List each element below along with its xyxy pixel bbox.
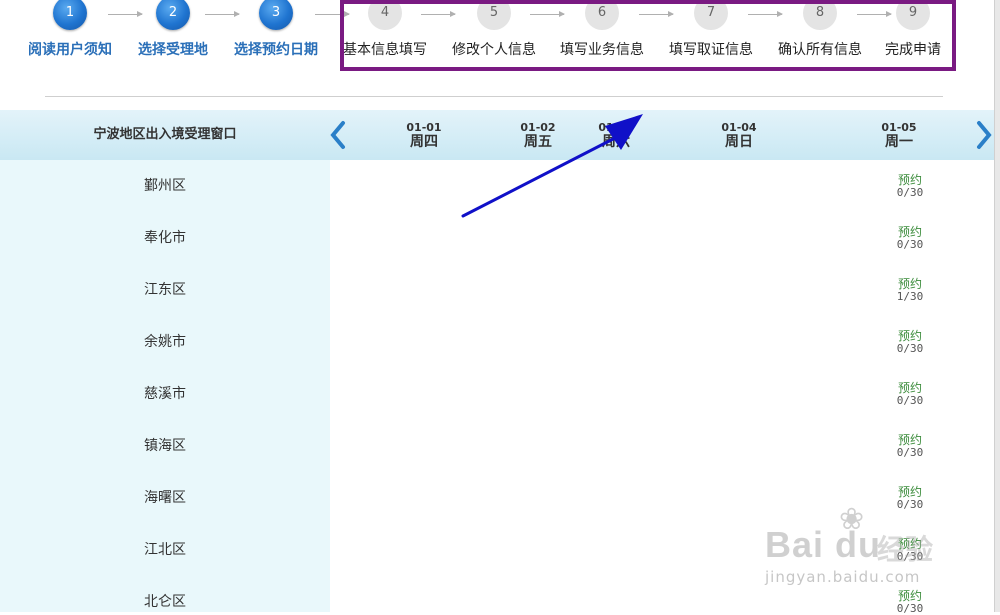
scrollbar[interactable] — [994, 0, 1000, 612]
watermark-brand: Bai du — [765, 524, 882, 565]
prev-arrow-icon[interactable] — [329, 120, 347, 150]
district-name: 镇海区 — [144, 438, 186, 454]
booking-count: 0/30 — [896, 238, 924, 251]
day-date: 01-04 — [721, 121, 757, 134]
book-link[interactable]: 预约 — [870, 589, 950, 603]
booking-count: 0/30 — [896, 394, 924, 407]
step-3-label: 选择预约日期 — [234, 42, 318, 58]
book-link[interactable]: 预约 — [870, 433, 950, 447]
step-1: 1 阅读用户须知 — [15, 0, 125, 59]
booking-slot: 预约 0/30 — [870, 537, 950, 563]
district-name: 奉化市 — [144, 230, 186, 246]
day-column-header: 01-02 周五 — [493, 121, 583, 151]
booking-slot: 预约 1/30 — [870, 277, 950, 303]
annotation-highlight-box — [340, 0, 956, 71]
booking-count: 1/30 — [896, 290, 924, 303]
book-link[interactable]: 预约 — [870, 485, 950, 499]
day-column-header: 01-03 周六 — [571, 121, 661, 151]
district-name: 海曙区 — [144, 490, 186, 506]
district-name: 慈溪市 — [144, 386, 186, 402]
day-column-header: 01-05 周一 — [854, 121, 944, 151]
district-name: 江北区 — [144, 542, 186, 558]
booking-slot: 预约 0/30 — [870, 329, 950, 355]
book-link[interactable]: 预约 — [870, 537, 950, 551]
book-link[interactable]: 预约 — [870, 225, 950, 239]
watermark-url: jingyan.baidu.com — [765, 568, 921, 586]
district-name: 余姚市 — [144, 334, 186, 350]
booking-count: 0/30 — [896, 498, 924, 511]
divider — [45, 96, 943, 97]
day-weekday: 周四 — [410, 134, 438, 150]
schedule-header: 宁波地区出入境受理窗口 01-01 周四 01-02 周五 01-03 周六 0… — [0, 110, 1000, 160]
booking-slot: 预约 0/30 — [870, 381, 950, 407]
step-2-circle: 2 — [156, 0, 190, 30]
next-arrow-icon[interactable] — [975, 120, 993, 150]
step-3: 3 选择预约日期 — [221, 0, 331, 59]
day-column-header: 01-01 周四 — [379, 121, 469, 151]
step-3-circle: 3 — [259, 0, 293, 30]
book-link[interactable]: 预约 — [870, 329, 950, 343]
booking-count: 0/30 — [896, 550, 924, 563]
booking-count: 0/30 — [896, 602, 924, 615]
day-date: 01-05 — [881, 121, 917, 134]
day-weekday: 周一 — [885, 134, 913, 150]
book-link[interactable]: 预约 — [870, 277, 950, 291]
day-date: 01-02 — [520, 121, 556, 134]
district-name: 鄞州区 — [144, 178, 186, 194]
paw-icon: ❀ — [839, 502, 865, 537]
booking-slot: 预约 0/30 — [870, 225, 950, 251]
district-name: 北仑区 — [144, 594, 186, 610]
window-title: 宁波地区出入境受理窗口 — [93, 127, 237, 142]
booking-slot: 预约 0/30 — [870, 433, 950, 459]
booking-slot: 预约 0/30 — [870, 589, 950, 615]
day-column-header: 01-04 周日 — [694, 121, 784, 151]
book-link[interactable]: 预约 — [870, 173, 950, 187]
day-weekday: 周日 — [725, 134, 753, 150]
day-date: 01-03 — [598, 121, 634, 134]
district-name: 江东区 — [144, 282, 186, 298]
booking-count: 0/30 — [896, 446, 924, 459]
book-link[interactable]: 预约 — [870, 381, 950, 395]
booking-count: 0/30 — [896, 186, 924, 199]
day-date: 01-01 — [406, 121, 442, 134]
booking-slot: 预约 0/30 — [870, 173, 950, 199]
day-weekday: 周五 — [524, 134, 552, 150]
step-2: 2 选择受理地 — [118, 0, 228, 59]
step-1-circle: 1 — [53, 0, 87, 30]
day-weekday: 周六 — [602, 134, 630, 150]
step-2-label: 选择受理地 — [138, 42, 208, 58]
district-column: 鄞州区 奉化市 江东区 余姚市 慈溪市 镇海区 海曙区 江北区 北仑区 — [0, 160, 330, 612]
booking-slot: 预约 0/30 — [870, 485, 950, 511]
booking-count: 0/30 — [896, 342, 924, 355]
step-1-label: 阅读用户须知 — [28, 42, 112, 58]
